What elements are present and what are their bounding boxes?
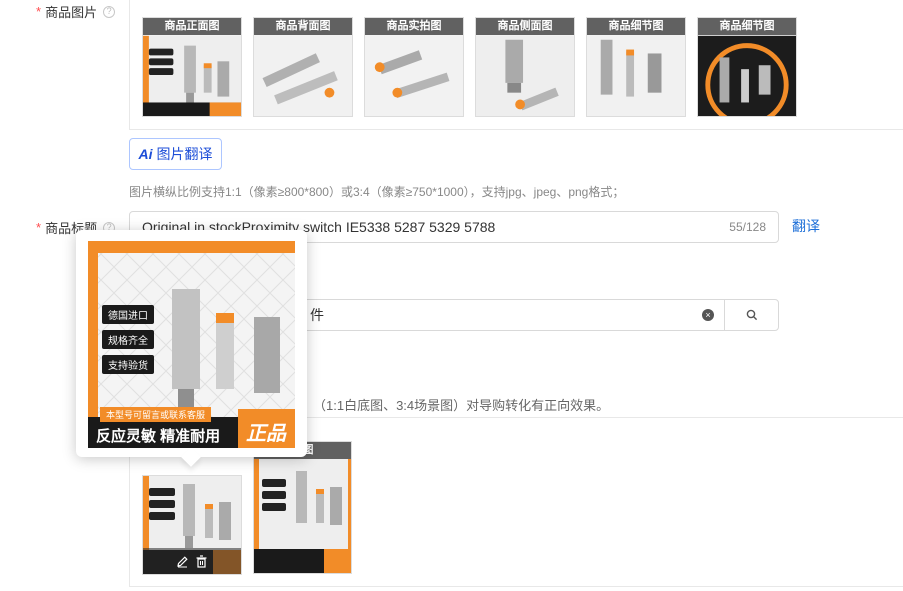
thumbnail-caption: 商品细节图 xyxy=(587,18,685,35)
required-mark: * xyxy=(36,4,42,19)
edit-icon[interactable] xyxy=(176,555,189,568)
poster-badges: 德国进口 规格齐全 支持验货 xyxy=(102,305,154,374)
char-counter: 55/128 xyxy=(729,220,766,234)
sensor-product-image xyxy=(143,35,241,116)
search-value[interactable]: 件 xyxy=(286,305,702,325)
poster-genuine-badge: 正品 xyxy=(246,423,286,445)
clear-circle-icon[interactable]: × xyxy=(702,309,714,321)
category-search-input[interactable]: 件 × xyxy=(285,299,779,331)
image-tools xyxy=(143,548,241,574)
poster-banner-main: 反应灵敏 精准耐用 xyxy=(96,428,221,445)
thumbnail-caption: 商品实拍图 xyxy=(365,18,463,35)
ai-icon: Ai xyxy=(138,146,153,162)
image-preview-popover: 德国进口 规格齐全 支持验货 本型号可留言或联系客服 反应灵敏 精准耐用 正品 xyxy=(76,230,307,467)
sensor-product-image xyxy=(476,35,574,116)
poster-banner-top: 本型号可留言或联系客服 xyxy=(100,407,212,422)
preview-image: 德国进口 规格齐全 支持验货 本型号可留言或联系客服 反应灵敏 精准耐用 正品 xyxy=(88,241,295,448)
scene-image[interactable]: 景图 xyxy=(253,441,352,574)
search-icon xyxy=(746,309,757,321)
product-thumbnail-detail[interactable]: 商品细节图 xyxy=(586,17,686,117)
sensor-product-image xyxy=(254,35,352,116)
thumbnail-caption: 商品侧面图 xyxy=(476,18,574,35)
thumbnail-caption: 商品正面图 xyxy=(143,18,241,35)
product-thumbnail-front[interactable]: 商品正面图 xyxy=(142,17,242,117)
sensor-poster-image xyxy=(254,459,351,573)
white-bg-image[interactable] xyxy=(142,475,242,575)
search-button[interactable] xyxy=(724,300,778,330)
thumbnail-caption: 商品细节图 xyxy=(698,18,796,35)
sensor-product-image xyxy=(698,35,796,116)
question-circle-icon[interactable]: ? xyxy=(103,5,116,18)
product-thumbnail-real[interactable]: 商品实拍图 xyxy=(364,17,464,117)
product-thumbnail-detail-2[interactable]: 商品细节图 xyxy=(697,17,797,117)
thumbnail-caption: 商品背面图 xyxy=(254,18,352,35)
sensor-product-image xyxy=(587,35,685,116)
product-thumbnail-back[interactable]: 商品背面图 xyxy=(253,17,353,117)
white-bg-hint: （1:1白底图、3:4场景图）对导购转化有正向效果。 xyxy=(313,398,610,413)
sensor-product-image xyxy=(365,35,463,116)
image-translate-button[interactable]: Ai 图片翻译 xyxy=(129,138,222,170)
product-images-label: * 商品图片 ? xyxy=(36,2,116,21)
product-images-label-text: 商品图片 xyxy=(45,5,98,20)
poster-badge: 支持验货 xyxy=(102,355,154,374)
poster-badge: 德国进口 xyxy=(102,305,154,324)
product-thumbnail-side[interactable]: 商品侧面图 xyxy=(475,17,575,117)
image-format-hint: 图片横纵比例支持1:1（像素≥800*800）或3:4（像素≥750*1000）… xyxy=(129,185,625,199)
title-translate-link[interactable]: 翻译 xyxy=(792,216,820,236)
delete-icon[interactable] xyxy=(195,554,208,568)
required-mark: * xyxy=(36,220,42,235)
poster-badge: 规格齐全 xyxy=(102,330,154,349)
image-translate-label: 图片翻译 xyxy=(156,146,213,162)
